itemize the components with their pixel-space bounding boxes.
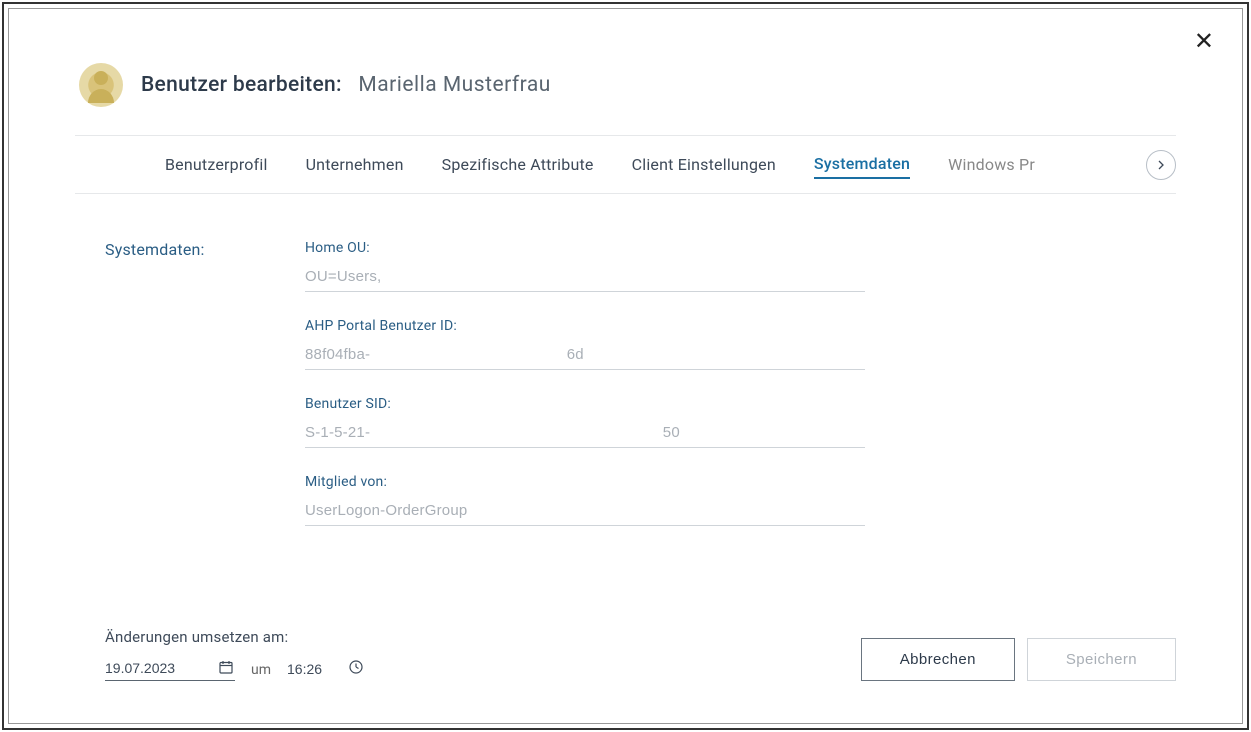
edit-user-dialog: ✕ Benutzer bearbeiten: Mariella Musterfr…	[15, 15, 1236, 717]
tab-systemdaten[interactable]: Systemdaten	[814, 150, 910, 179]
member-of-input[interactable]	[305, 498, 865, 526]
tabs-bar: Benutzerprofil Unternehmen Spezifische A…	[75, 136, 1176, 194]
schedule-row: um	[105, 658, 363, 681]
action-buttons: Abbrechen Speichern	[861, 638, 1176, 681]
home-ou-input[interactable]	[305, 264, 865, 292]
tabs: Benutzerprofil Unternehmen Spezifische A…	[165, 136, 1134, 193]
annotation-arrow-up-icon	[1174, 252, 1176, 392]
cancel-button[interactable]: Abbrechen	[861, 638, 1015, 681]
save-button[interactable]: Speichern	[1027, 638, 1176, 681]
schedule-label: Änderungen umsetzen am:	[105, 628, 363, 646]
title-prefix: Benutzer bearbeiten:	[141, 73, 342, 97]
schedule-separator: um	[251, 662, 271, 678]
tab-unternehmen[interactable]: Unternehmen	[306, 151, 404, 178]
schedule-date-input[interactable]	[105, 658, 235, 681]
title-username: Mariella Musterfrau	[358, 73, 551, 97]
field-portal-id: AHP Portal Benutzer ID:	[305, 318, 865, 370]
fields: Home OU: AHP Portal Benutzer ID: Benutze…	[305, 240, 865, 610]
calendar-icon[interactable]	[219, 660, 233, 674]
field-member-of: Mitglied von:	[305, 474, 865, 526]
tab-windows[interactable]: Windows Pr	[948, 151, 1035, 178]
tab-benutzerprofil[interactable]: Benutzerprofil	[165, 151, 268, 178]
tabs-scroll-right-button[interactable]	[1146, 150, 1176, 180]
schedule-block: Änderungen umsetzen am: um	[105, 628, 363, 681]
sid-input[interactable]	[305, 420, 865, 448]
dialog-header: Benutzer bearbeiten: Mariella Musterfrau	[75, 45, 1176, 135]
home-ou-label: Home OU:	[305, 240, 865, 256]
tab-client-einstellungen[interactable]: Client Einstellungen	[632, 151, 776, 178]
tab-spezifische-attribute[interactable]: Spezifische Attribute	[442, 151, 594, 178]
field-home-ou: Home OU:	[305, 240, 865, 292]
sid-label: Benutzer SID:	[305, 396, 865, 412]
portal-id-input[interactable]	[305, 342, 865, 370]
chevron-right-icon	[1156, 160, 1166, 170]
form-area: Systemdaten: Home OU: AHP Portal Benutze…	[75, 194, 1176, 610]
dialog-title: Benutzer bearbeiten: Mariella Musterfrau	[141, 73, 551, 97]
member-of-label: Mitglied von:	[305, 474, 865, 490]
close-icon[interactable]: ✕	[1194, 29, 1214, 53]
section-label: Systemdaten:	[105, 240, 305, 610]
portal-id-label: AHP Portal Benutzer ID:	[305, 318, 865, 334]
clock-icon[interactable]	[349, 660, 363, 674]
field-sid: Benutzer SID:	[305, 396, 865, 448]
dialog-footer: Änderungen umsetzen am: um	[75, 610, 1176, 687]
avatar	[79, 63, 123, 107]
